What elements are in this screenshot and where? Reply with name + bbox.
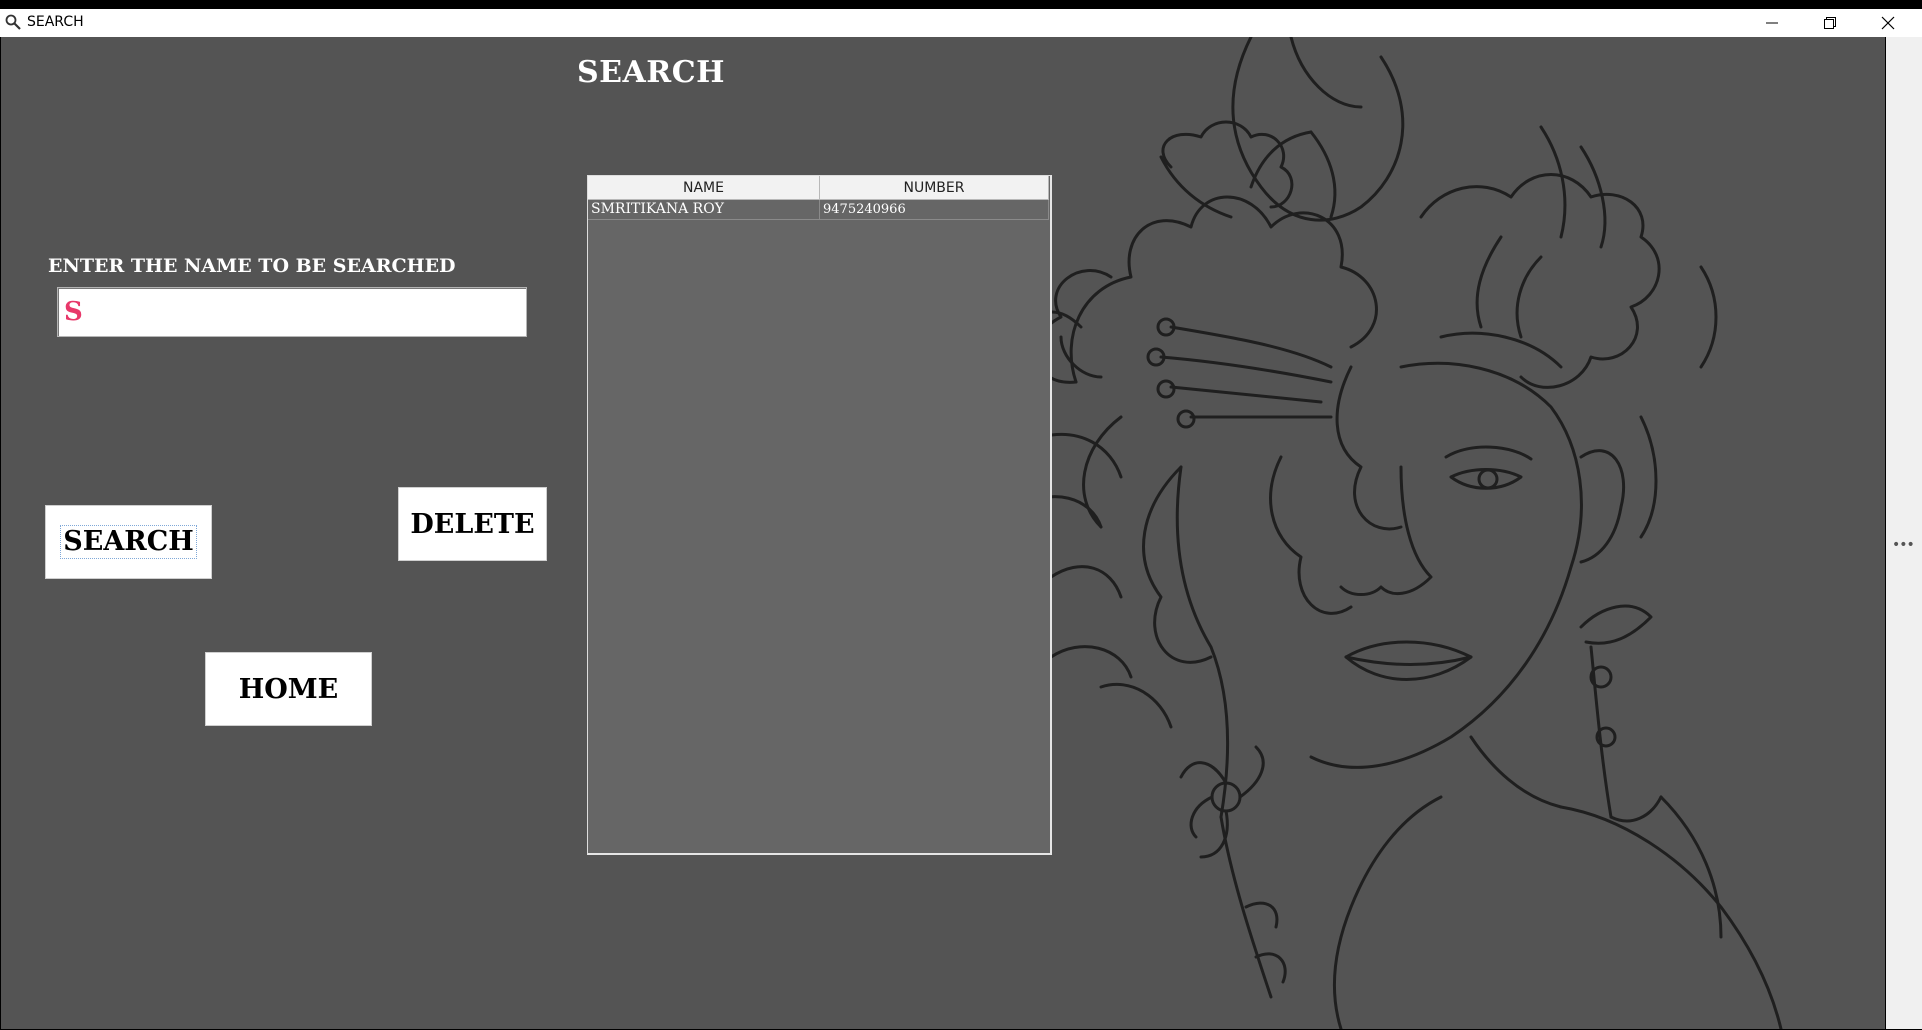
home-button[interactable]: HOME (205, 652, 372, 726)
home-button-label: HOME (238, 673, 339, 705)
restore-icon[interactable] (1801, 9, 1859, 37)
search-icon (4, 13, 24, 33)
column-header-number[interactable]: NUMBER (820, 176, 1049, 200)
page-title: SEARCH (577, 55, 725, 90)
search-button-label: SEARCH (60, 525, 197, 559)
table-row[interactable]: SMRITIKANA ROY 9475240966 (588, 200, 1049, 220)
results-table[interactable]: NAME NUMBER SMRITIKANA ROY 9475240966 (587, 175, 1052, 855)
resize-grip-icon[interactable]: ••• (1892, 537, 1915, 553)
side-panel-strip: ••• (1886, 37, 1922, 1029)
minimize-icon[interactable] (1743, 9, 1801, 37)
table-header: NAME NUMBER (588, 176, 1049, 200)
window-titlebar: SEARCH (0, 9, 1922, 37)
delete-button[interactable]: DELETE (398, 487, 547, 561)
search-name-input[interactable] (57, 287, 527, 337)
search-window-content: SEARCH ENTER THE NAME TO BE SEARCHED SEA… (1, 37, 1885, 1029)
cell-number[interactable]: 9475240966 (820, 200, 1049, 220)
window-title: SEARCH (27, 14, 84, 30)
delete-button-label: DELETE (410, 508, 535, 540)
column-header-name[interactable]: NAME (588, 176, 820, 200)
search-button[interactable]: SEARCH (45, 505, 212, 579)
cell-name[interactable]: SMRITIKANA ROY (588, 200, 820, 220)
search-name-label: ENTER THE NAME TO BE SEARCHED (48, 255, 456, 277)
close-icon[interactable] (1859, 9, 1917, 37)
